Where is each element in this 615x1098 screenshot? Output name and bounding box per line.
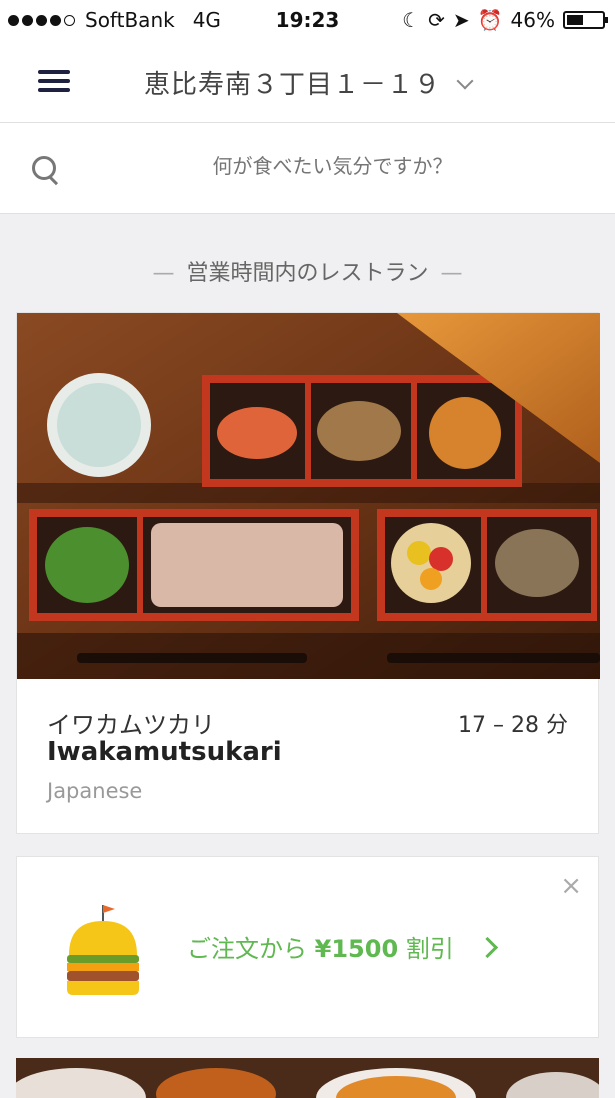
address-label: 恵比寿南３丁目１－１９ — [143, 70, 441, 100]
search-icon — [32, 156, 56, 180]
promo-amount: ¥1500 — [314, 935, 399, 963]
status-right: ☾ ⟳ ➤ ⏰ 46% — [402, 8, 608, 32]
section-title: 営業時間内のレストラン — [186, 261, 429, 286]
burger-icon — [63, 903, 143, 1003]
promo-suffix: 割引 — [405, 935, 454, 963]
divider: — — [440, 261, 463, 286]
app-header: 恵比寿南３丁目１－１９ — [0, 40, 615, 123]
chevron-right-icon — [476, 936, 498, 959]
restaurant-photo — [17, 313, 600, 679]
restaurant-name-jp: イワカムツカリ — [47, 711, 215, 739]
search-bar — [0, 123, 615, 214]
restaurant-card[interactable]: イワカムツカリ 17 – 28 分 Iwakamutsukari Japanes… — [16, 312, 600, 834]
location-arrow-icon: ➤ — [452, 8, 470, 32]
promo-prefix: ご注文から — [187, 935, 307, 963]
address-selector[interactable]: 恵比寿南３丁目１－１９ — [0, 64, 615, 101]
search-input[interactable] — [80, 153, 585, 179]
cuisine-label: Japanese — [47, 779, 143, 803]
promo-message[interactable]: ご注文から ¥1500 割引 — [187, 929, 498, 964]
section-heading: — 営業時間内のレストラン — — [0, 255, 615, 287]
alarm-icon: ⏰ — [477, 8, 503, 32]
divider: — — [152, 261, 175, 286]
battery-icon — [563, 11, 608, 29]
status-bar: SoftBank 4G 19:23 ☾ ⟳ ➤ ⏰ 46% — [0, 0, 615, 40]
delivery-time: 17 – 28 分 — [458, 713, 568, 738]
restaurant-card-next[interactable] — [16, 1058, 599, 1098]
close-icon[interactable]: × — [560, 873, 582, 899]
moon-icon: ☾ — [402, 8, 421, 32]
rotation-lock-icon: ⟳ — [428, 8, 445, 32]
chevron-down-icon — [456, 72, 474, 90]
battery-percent: 46% — [510, 8, 555, 32]
restaurant-name-en: Iwakamutsukari — [47, 737, 282, 767]
promo-banner[interactable]: × ご注文から ¥1500 割引 — [16, 856, 599, 1038]
